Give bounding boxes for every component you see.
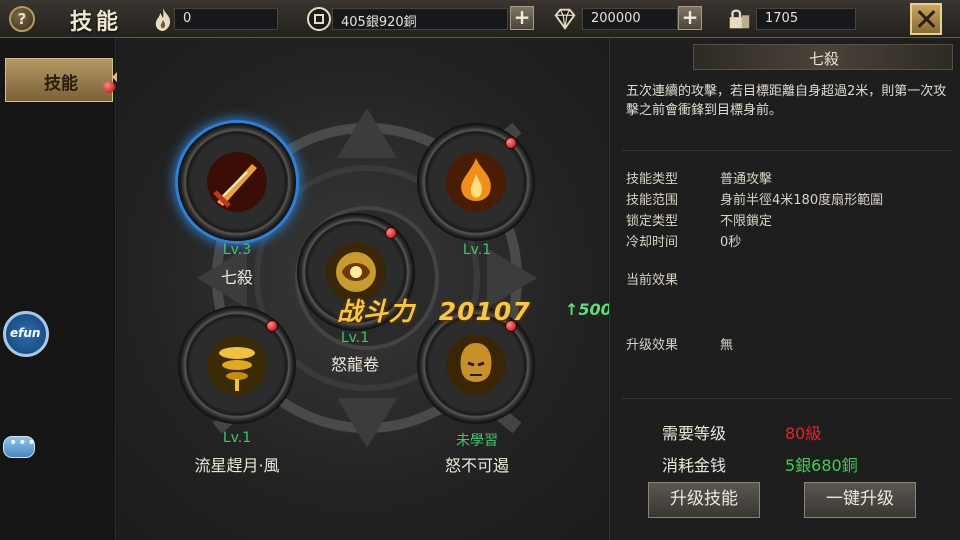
cost-label: 消耗金钱: [662, 456, 727, 475]
whirlwind-icon: [207, 335, 267, 395]
attr-value: 不限鎖定: [720, 214, 773, 229]
chat-bubble-icon[interactable]: •••: [3, 435, 36, 458]
upgrade-effect-value: 無: [720, 338, 734, 353]
lock-icon: [729, 9, 750, 29]
top-bar: ? 技能 0 405銀920銅 + 200000 + 1705: [0, 0, 960, 38]
combat-power: 战斗力 20107: [337, 292, 531, 328]
cost-value: 5銀680銅: [785, 456, 858, 475]
attr-key: 冷却时间: [626, 235, 679, 250]
combat-power-value: 20107: [438, 297, 531, 326]
skill-level: 未學習: [456, 433, 498, 449]
current-effect-label: 当前效果: [626, 273, 679, 288]
left-sidebar: 技能 efun •••: [0, 38, 119, 540]
upgrade-all-button[interactable]: 一键升级: [804, 482, 916, 518]
flame-counter: 0: [174, 8, 278, 30]
fire-burst-icon: [446, 152, 506, 212]
upgrade-effect-row: 升级效果 無: [626, 334, 733, 353]
skill-title: 七殺: [808, 50, 839, 68]
skill-node-flame[interactable]: [417, 123, 535, 241]
flame-value: 0: [183, 11, 192, 26]
skill-title-bar: 七殺: [693, 44, 953, 70]
efun-label: efun: [10, 326, 41, 340]
skill-red-dot: [266, 320, 278, 332]
lock-counter: 1705: [756, 8, 856, 30]
skill-node-liuxing[interactable]: [178, 306, 296, 424]
upgrade-skill-button[interactable]: 升级技能: [648, 482, 760, 518]
attr-row: 锁定类型 不限鎖定: [626, 210, 772, 229]
attr-value: 普通攻擊: [720, 172, 773, 187]
tab-skill[interactable]: 技能: [5, 58, 115, 102]
attr-key: 技能类型: [626, 172, 679, 187]
skill-node-qisha[interactable]: [178, 123, 296, 241]
question-icon[interactable]: ?: [9, 6, 35, 32]
combat-power-gain: ↑500: [565, 300, 612, 319]
required-level-value: 80級: [785, 424, 822, 443]
flame-icon: [155, 8, 171, 31]
skill-name: 怒不可遏: [444, 456, 509, 475]
efun-float-button[interactable]: efun: [3, 311, 49, 357]
attr-row: 技能类型 普通攻擊: [626, 168, 772, 187]
warrior-face-icon: [446, 335, 506, 395]
coin-value: 405銀920銅: [341, 15, 417, 30]
skill-tree-area: Lv.3 七殺 Lv.1 Lv.1 怒龍卷 Lv.1 流星趕月·風 未學習 怒不…: [117, 38, 612, 540]
diamond-counter: 200000: [582, 8, 678, 30]
skill-name: 七殺: [220, 268, 253, 287]
attr-row: 技能范围 身前半徑4米180度扇形範圍: [626, 189, 883, 208]
skill-description: 五次連續的攻擊，若目標距離自身超過2米，則第一次攻擊之前會衝鋒到目標身前。: [626, 84, 947, 118]
coin-counter: 405銀920銅: [332, 8, 508, 30]
skill-name: 流星趕月·風: [194, 456, 280, 475]
coin-icon: [307, 7, 331, 31]
diamond-icon: [554, 8, 576, 30]
add-diamond-button[interactable]: +: [678, 6, 702, 30]
skill-level: Lv.1: [340, 330, 370, 346]
divider: [622, 150, 952, 151]
close-button[interactable]: [910, 3, 942, 35]
attr-key: 锁定类型: [626, 214, 679, 229]
skill-level: Lv.1: [462, 242, 492, 258]
skill-level: Lv.1: [222, 430, 252, 446]
attr-value: 身前半徑4米180度扇形範圍: [720, 193, 884, 208]
tab-skill-label: 技能: [44, 74, 78, 94]
skill-level: Lv.3: [222, 242, 252, 258]
skill-red-dot: [505, 137, 517, 149]
attr-row: 冷却时间 0秒: [626, 231, 741, 250]
add-coin-button[interactable]: +: [510, 6, 534, 30]
divider: [622, 398, 952, 399]
attr-key: 技能范围: [626, 193, 679, 208]
skill-red-dot: [385, 227, 397, 239]
skill-name: 怒龍卷: [330, 355, 379, 374]
required-level-label: 需要等级: [662, 424, 727, 443]
combat-power-label: 战斗力: [337, 297, 416, 326]
diamond-value: 200000: [591, 11, 641, 26]
sword-icon: [207, 152, 267, 212]
upgrade-effect-label: 升级效果: [626, 338, 679, 353]
lock-value: 1705: [765, 11, 799, 26]
skill-detail-panel: 七殺 五次連續的攻擊，若目標距離自身超過2米，則第一次攻擊之前會衝鋒到目標身前。…: [609, 38, 960, 540]
page-title: 技能: [70, 10, 123, 35]
attr-value: 0秒: [720, 235, 742, 250]
